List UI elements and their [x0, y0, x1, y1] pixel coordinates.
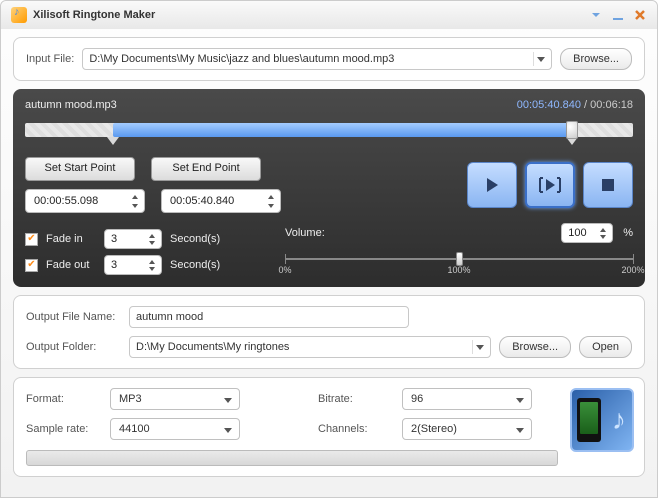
fade-out-spinner[interactable]: 3	[104, 255, 162, 275]
total-time: 00:06:18	[590, 99, 633, 111]
output-open-button[interactable]: Open	[579, 336, 632, 358]
fade-unit: Second(s)	[170, 233, 220, 245]
output-panel: Output File Name: autumn mood Output Fol…	[13, 295, 645, 369]
input-file-field[interactable]: D:\My Documents\My Music\jazz and blues\…	[82, 48, 552, 70]
output-browse-button[interactable]: Browse...	[499, 336, 571, 358]
start-convert-button[interactable]: ♪	[570, 388, 634, 452]
phone-icon	[577, 398, 601, 442]
stop-button[interactable]	[583, 162, 633, 208]
channels-label: Channels:	[318, 423, 388, 435]
vol-tick-1: 100%	[447, 265, 470, 275]
set-start-button[interactable]: Set Start Point	[25, 157, 135, 181]
minimize-button[interactable]	[611, 8, 625, 22]
channels-value: 2(Stereo)	[411, 423, 457, 435]
close-button[interactable]	[633, 8, 647, 22]
timeline-track[interactable]	[25, 117, 633, 143]
output-folder-value: D:\My Documents\My ringtones	[136, 341, 289, 353]
fade-in-checkbox[interactable]	[25, 233, 38, 246]
volume-slider[interactable]: 0% 100% 200%	[285, 247, 633, 271]
end-time-spinner[interactable]: 00:05:40.840	[161, 189, 281, 213]
play-button[interactable]	[467, 162, 517, 208]
input-file-label: Input File:	[26, 53, 74, 65]
track-selection	[113, 123, 572, 137]
output-name-field[interactable]: autumn mood	[129, 306, 409, 328]
menu-dropdown-button[interactable]	[589, 8, 603, 22]
dropdown-icon	[512, 422, 528, 438]
input-browse-button[interactable]: Browse...	[560, 48, 632, 70]
set-end-button[interactable]: Set End Point	[151, 157, 261, 181]
bitrate-value: 96	[411, 393, 423, 405]
spin-down-icon[interactable]	[128, 201, 142, 210]
fade-in-label: Fade in	[46, 233, 96, 245]
fade-in-spinner[interactable]: 3	[104, 229, 162, 249]
fade-unit: Second(s)	[170, 259, 220, 271]
volume-spinner[interactable]: 100	[561, 223, 613, 243]
dropdown-icon	[533, 52, 547, 66]
start-marker[interactable]	[107, 137, 119, 145]
player-time: 00:05:40.840 / 00:06:18	[517, 99, 633, 111]
volume-label: Volume:	[285, 227, 325, 239]
app-logo-icon	[11, 7, 27, 23]
spin-down-icon[interactable]	[145, 239, 159, 246]
dropdown-icon	[220, 422, 236, 438]
app-window: Xilisoft Ringtone Maker Input File: D:\M…	[0, 0, 658, 498]
start-time-spinner[interactable]: 00:00:55.098	[25, 189, 145, 213]
samplerate-label: Sample rate:	[26, 423, 96, 435]
vol-tick-2: 200%	[621, 265, 644, 275]
output-folder-field[interactable]: D:\My Documents\My ringtones	[129, 336, 491, 358]
titlebar: Xilisoft Ringtone Maker	[1, 1, 657, 29]
format-label: Format:	[26, 393, 96, 405]
spin-up-icon[interactable]	[145, 232, 159, 239]
bitrate-label: Bitrate:	[318, 393, 388, 405]
input-file-path: D:\My Documents\My Music\jazz and blues\…	[89, 53, 394, 65]
vol-tick-0: 0%	[278, 265, 291, 275]
fade-in-value: 3	[111, 233, 117, 245]
spin-up-icon[interactable]	[264, 192, 278, 201]
spin-up-icon[interactable]	[128, 192, 142, 201]
spin-down-icon[interactable]	[596, 233, 610, 240]
spin-down-icon[interactable]	[145, 265, 159, 272]
volume-value: 100	[568, 227, 586, 239]
music-note-icon: ♪	[612, 404, 626, 436]
dropdown-icon	[220, 392, 236, 408]
bitrate-select[interactable]: 96	[402, 388, 532, 410]
output-name-label: Output File Name:	[26, 311, 121, 323]
format-panel: Format: MP3 Bitrate: 96 Sample rate: 441…	[13, 377, 645, 477]
fade-out-checkbox[interactable]	[25, 259, 38, 272]
spin-down-icon[interactable]	[264, 201, 278, 210]
end-time-value: 00:05:40.840	[170, 195, 234, 207]
fade-out-value: 3	[111, 259, 117, 271]
player-filename: autumn mood.mp3	[25, 99, 117, 111]
samplerate-select[interactable]: 44100	[110, 418, 240, 440]
format-select[interactable]: MP3	[110, 388, 240, 410]
dropdown-icon	[512, 392, 528, 408]
format-value: MP3	[119, 393, 142, 405]
current-time: 00:05:40.840	[517, 99, 581, 111]
channels-select[interactable]: 2(Stereo)	[402, 418, 532, 440]
playhead[interactable]	[566, 117, 578, 143]
dropdown-icon	[472, 340, 486, 354]
progress-bar	[26, 450, 558, 466]
start-time-value: 00:00:55.098	[34, 195, 98, 207]
fade-out-label: Fade out	[46, 259, 96, 271]
spin-up-icon[interactable]	[596, 226, 610, 233]
output-folder-label: Output Folder:	[26, 341, 121, 353]
output-name-value: autumn mood	[136, 311, 203, 323]
input-panel: Input File: D:\My Documents\My Music\jaz…	[13, 37, 645, 81]
spin-up-icon[interactable]	[145, 258, 159, 265]
samplerate-value: 44100	[119, 423, 150, 435]
volume-unit: %	[623, 227, 633, 239]
player-panel: autumn mood.mp3 00:05:40.840 / 00:06:18 …	[13, 89, 645, 287]
app-title: Xilisoft Ringtone Maker	[33, 9, 581, 21]
play-selection-button[interactable]	[525, 162, 575, 208]
